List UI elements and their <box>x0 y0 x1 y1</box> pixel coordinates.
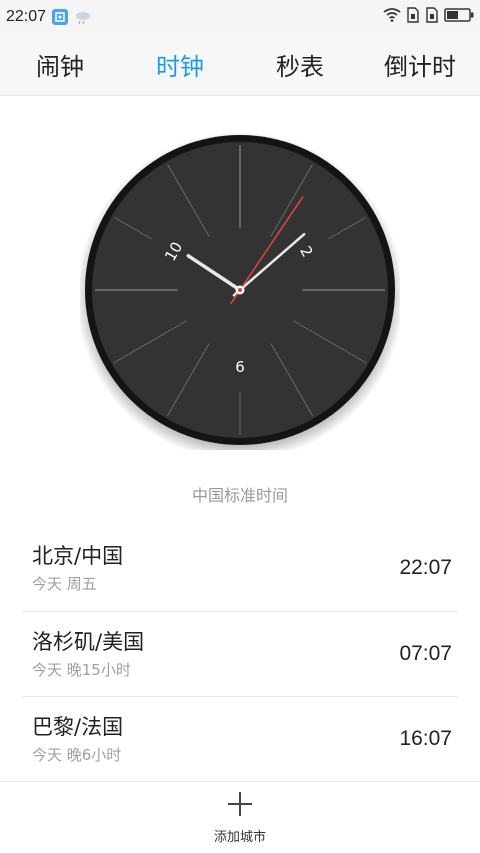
weather-icon <box>74 9 92 25</box>
city-time: 07:07 <box>399 641 452 665</box>
analog-clock: 10 2 6 <box>76 130 404 460</box>
tab-stopwatch[interactable]: 秒表 <box>240 47 360 82</box>
city-offset: 今天 周五 <box>32 575 97 593</box>
status-time: 22:07 <box>6 8 47 25</box>
analog-clock-face: 10 2 6 <box>76 132 404 460</box>
city-list: 北京/中国 今天 周五 22:07 洛杉矶/美国 今天 晚15小时 07:07 … <box>22 526 458 783</box>
tab-clock[interactable]: 时钟 <box>120 47 240 82</box>
city-time: 22:07 <box>399 556 452 579</box>
city-row-beijing[interactable]: 北京/中国 今天 周五 22:07 <box>22 526 458 612</box>
tab-alarm[interactable]: 闹钟 <box>0 47 120 82</box>
plus-icon <box>226 790 254 822</box>
status-bar: 22:07 <box>0 0 480 34</box>
city-row-los-angeles[interactable]: 洛杉矶/美国 今天 晚15小时 07:07 <box>22 612 458 697</box>
sim1-icon <box>406 7 420 27</box>
status-left: 22:07 <box>6 8 92 26</box>
city-name: 北京/中国 <box>32 544 124 568</box>
city-name: 巴黎/法国 <box>32 715 124 739</box>
add-city-button[interactable]: 添加城市 <box>190 790 290 850</box>
tab-bar: 闹钟 时钟 秒表 倒计时 <box>0 34 480 96</box>
city-offset: 今天 晚6小时 <box>32 746 122 764</box>
sim2-icon <box>425 7 439 27</box>
add-city-label: 添加城市 <box>213 830 266 845</box>
tab-timer[interactable]: 倒计时 <box>360 47 480 82</box>
status-right <box>383 7 474 27</box>
battery-icon <box>444 8 474 26</box>
city-time: 16:07 <box>399 727 452 750</box>
clock-center-dot <box>238 288 242 292</box>
numeral-six: 6 <box>235 358 245 376</box>
timezone-label: 中国标准时间 <box>191 486 288 505</box>
bottom-bar: 添加城市 <box>0 781 480 853</box>
city-row-paris[interactable]: 巴黎/法国 今天 晚6小时 16:07 <box>22 697 458 783</box>
city-offset: 今天 晚15小时 <box>32 660 131 679</box>
city-name: 洛杉矶/美国 <box>32 629 145 654</box>
notification-icon <box>52 9 69 25</box>
wifi-icon <box>383 8 401 26</box>
